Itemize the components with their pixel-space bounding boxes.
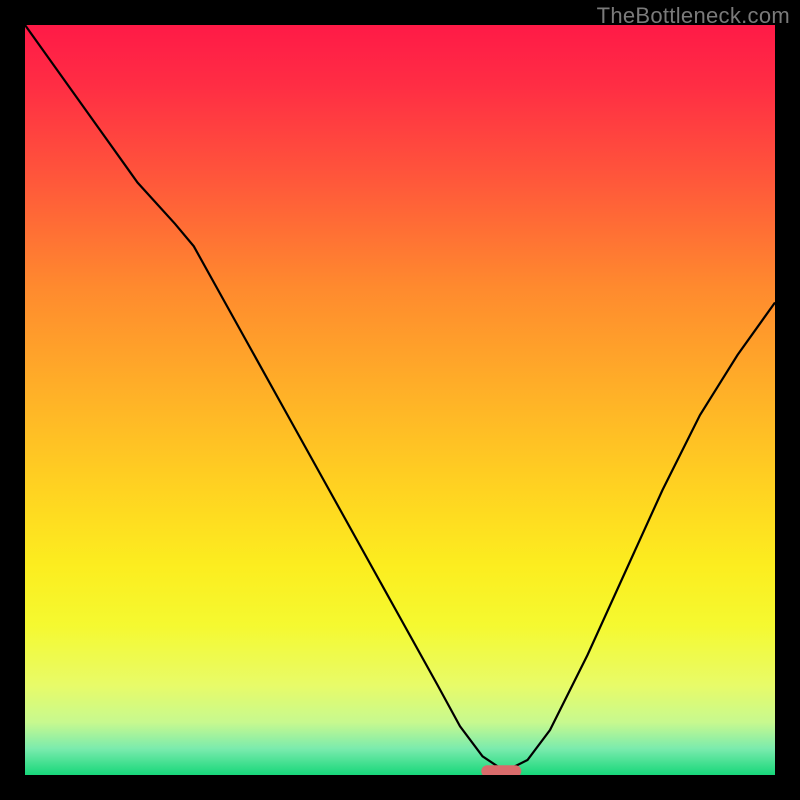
watermark-text: TheBottleneck.com: [597, 3, 790, 29]
bottleneck-chart: [25, 25, 775, 775]
match-point-marker: [481, 765, 521, 775]
gradient-background: [25, 25, 775, 775]
chart-frame: TheBottleneck.com: [0, 0, 800, 800]
plot-area: [25, 25, 775, 775]
